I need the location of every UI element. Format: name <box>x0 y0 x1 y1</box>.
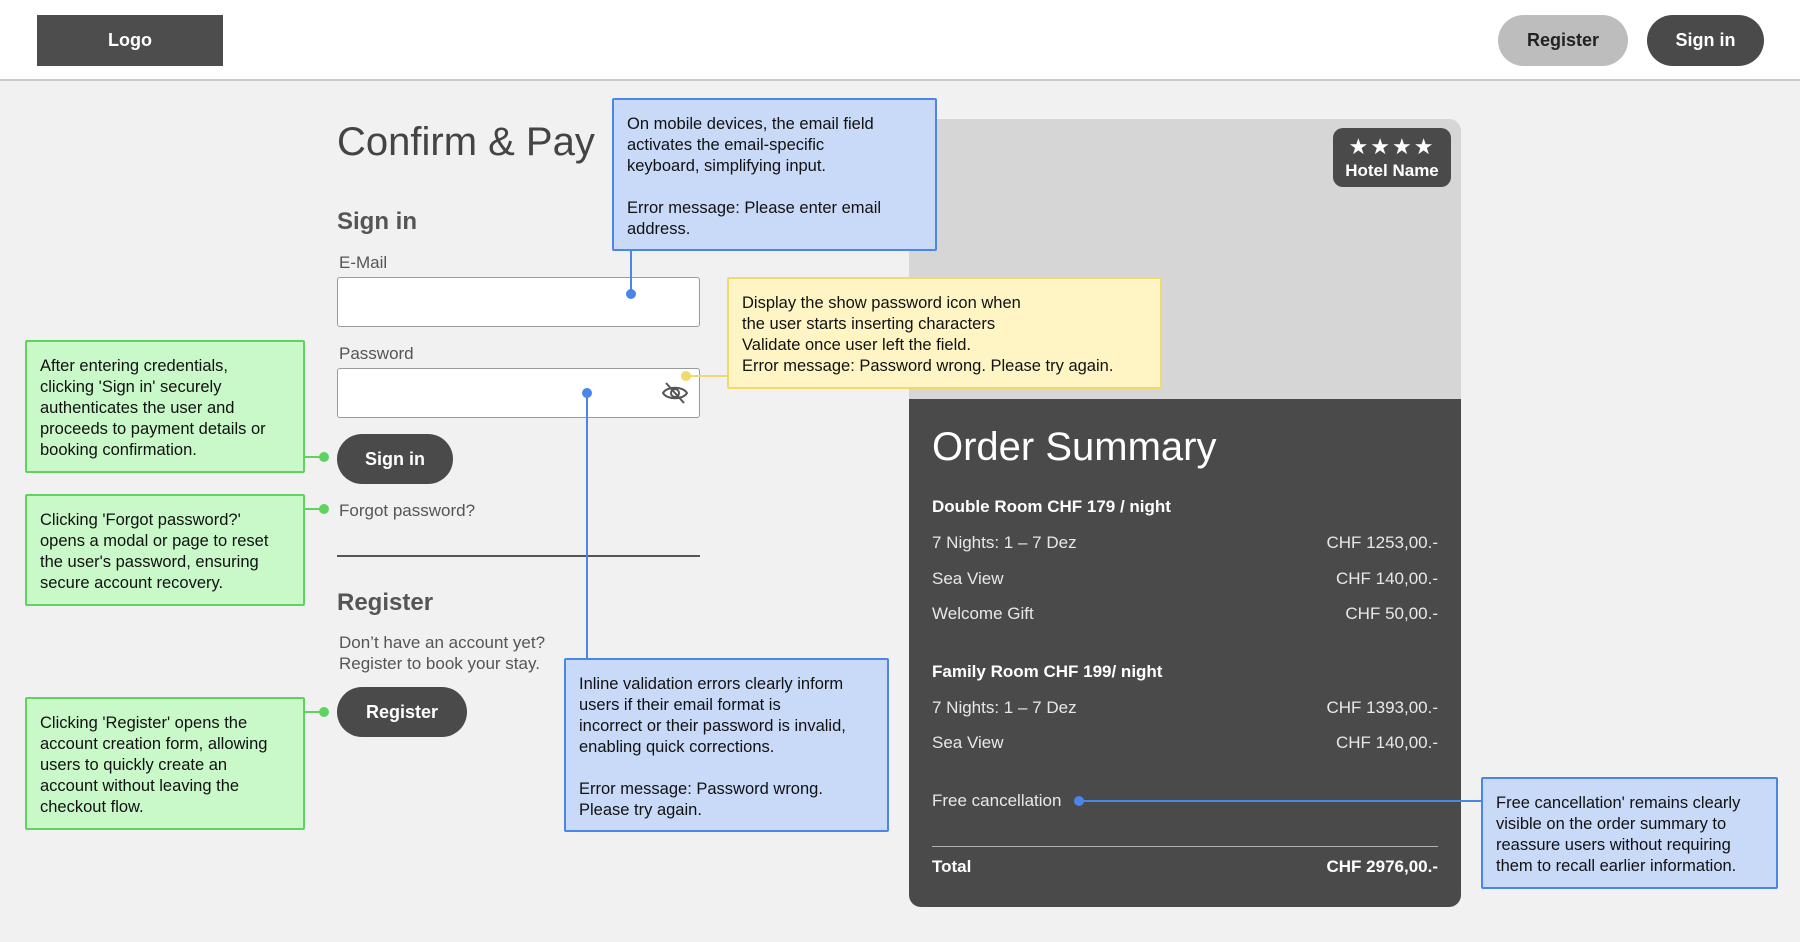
order-summary-title: Order Summary <box>932 425 1217 469</box>
register-text-line1: Don’t have an account yet? <box>339 633 546 652</box>
signin-button[interactable]: Sign in <box>337 434 453 484</box>
annotation-signin-text: After entering credentials, clicking 'Si… <box>40 357 266 459</box>
hotel-name: Hotel Name <box>1345 161 1439 180</box>
password-field[interactable] <box>337 368 700 418</box>
eye-slash-icon[interactable] <box>661 380 689 406</box>
header-bar: Logo Register Sign in <box>0 0 1800 81</box>
register-text-line2: Register to book your stay. <box>339 654 540 673</box>
room2-heading: Family Room CHF 199/ night <box>932 662 1163 681</box>
annotation-forgot-text: Clicking 'Forgot password?' opens a moda… <box>40 511 269 592</box>
register-description: Don’t have an account yet? Register to b… <box>339 632 599 674</box>
annotation-cancellation: Free cancellation' remains clearly visib… <box>1481 777 1778 889</box>
connector-dot <box>319 707 329 717</box>
annotation-password: Display the show password icon when the … <box>727 277 1162 389</box>
annotation-register: Clicking 'Register' opens the account cr… <box>25 697 305 830</box>
item-price: CHF 140,00.- <box>1335 569 1438 588</box>
password-label: Password <box>339 344 414 363</box>
item-label: Sea View <box>932 569 1004 588</box>
order-summary-panel: Order Summary Double Room CHF 179 / nigh… <box>909 399 1461 907</box>
email-field[interactable] <box>337 277 700 327</box>
total-value: CHF 2976,00.- <box>1326 857 1439 876</box>
total-label: Total <box>932 857 972 876</box>
item-label: 7 Nights: 1 – 7 Dez <box>932 533 1077 552</box>
email-label: E-Mail <box>339 253 388 272</box>
order-total-row: Total CHF 2976,00.- <box>932 857 1438 877</box>
register-button[interactable]: Register <box>337 687 467 737</box>
connector-dot <box>319 452 329 462</box>
annotation-email-text: On mobile devices, the email field activ… <box>627 115 882 238</box>
item-label: 7 Nights: 1 – 7 Dez <box>932 698 1077 717</box>
signin-heading: Sign in <box>337 208 417 235</box>
annotation-validation-text: Inline validation errors clearly inform … <box>579 675 846 819</box>
annotation-validation: Inline validation errors clearly inform … <box>564 658 889 832</box>
divider <box>337 555 700 557</box>
hotel-badge: ★★★★ Hotel Name <box>1333 128 1451 187</box>
item-price: CHF 1253,00.- <box>1326 533 1439 552</box>
header-register-button[interactable]: Register <box>1498 15 1628 66</box>
item-label: Welcome Gift <box>932 604 1034 623</box>
register-heading: Register <box>337 589 434 616</box>
free-cancellation-text: Free cancellation <box>932 791 1062 810</box>
annotation-signin: After entering credentials, clicking 'Si… <box>25 340 305 473</box>
room1-heading: Double Room CHF 179 / night <box>932 497 1171 516</box>
annotation-register-text: Clicking 'Register' opens the account cr… <box>40 714 268 816</box>
forgot-password-link[interactable]: Forgot password? <box>339 501 475 521</box>
item-label: Sea View <box>932 733 1004 752</box>
logo[interactable]: Logo <box>37 15 223 66</box>
connector-dot <box>319 504 329 514</box>
order-divider <box>932 846 1438 847</box>
page-title: Confirm & Pay <box>337 120 595 164</box>
order-line-item: Welcome Gift CHF 50,00.- <box>932 604 1438 624</box>
order-line-item: Sea View CHF 140,00.- <box>932 569 1438 589</box>
order-line-item: 7 Nights: 1 – 7 Dez CHF 1253,00.- <box>932 533 1438 553</box>
order-line-item: Sea View CHF 140,00.- <box>932 733 1438 753</box>
item-price: CHF 1393,00.- <box>1326 698 1439 717</box>
item-price: CHF 140,00.- <box>1335 733 1438 752</box>
annotation-password-text: Display the show password icon when the … <box>742 294 1114 375</box>
star-rating-icon: ★★★★ <box>1348 134 1436 159</box>
header-signin-button[interactable]: Sign in <box>1647 15 1764 66</box>
item-price: CHF 50,00.- <box>1345 604 1438 623</box>
annotation-forgot-password: Clicking 'Forgot password?' opens a moda… <box>25 494 305 606</box>
annotation-email: On mobile devices, the email field activ… <box>612 98 937 251</box>
annotation-cancellation-text: Free cancellation' remains clearly visib… <box>1496 794 1741 875</box>
order-line-item: 7 Nights: 1 – 7 Dez CHF 1393,00.- <box>932 698 1438 718</box>
